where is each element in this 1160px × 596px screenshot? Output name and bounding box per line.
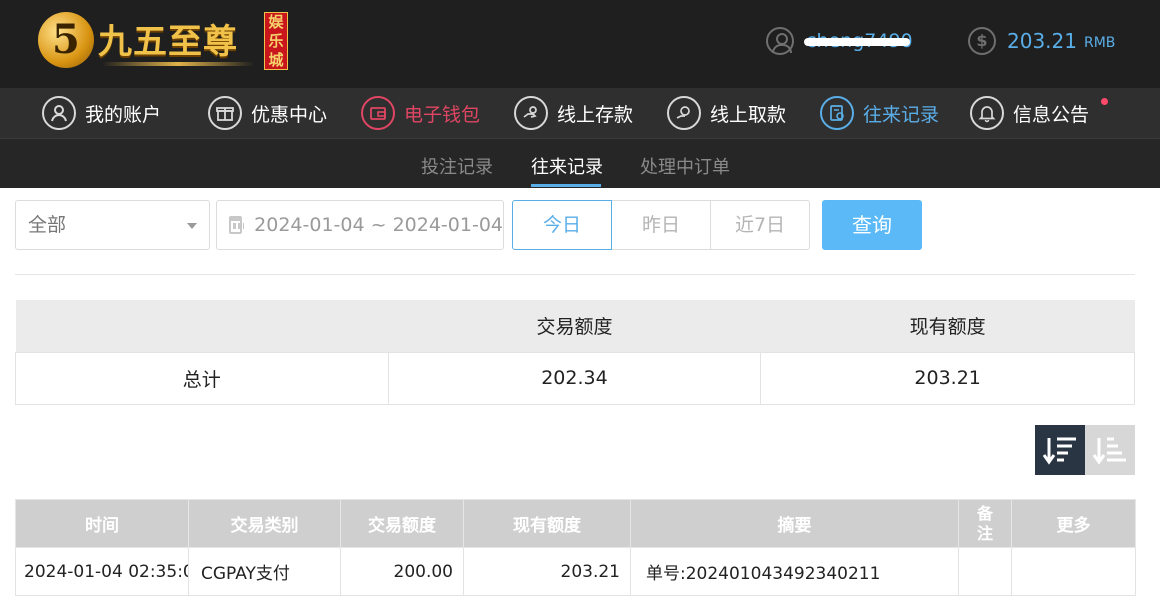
column-header-time[interactable]: 时间 [15,499,189,548]
summary-header-current: 现有额度 [760,300,1135,352]
sub-nav: 投注记录 往来记录 处理中订单 [0,138,1160,188]
record-type: CGPAY支付 [188,547,341,596]
nav-transaction-records[interactable]: 往来记录 [820,95,939,131]
caret-down-icon [187,223,197,229]
today-button[interactable]: 今日 [512,200,612,250]
nav-online-withdraw[interactable]: 线上取款 [667,95,786,131]
date-range-picker[interactable]: 2024-01-04 ~ 2024-01-04 [216,200,504,250]
nav-my-account[interactable]: 我的账户 [42,95,161,131]
table-row[interactable]: 2024-01-04 02:35:02 CGPAY支付 200.00 203.2… [15,547,1136,596]
records-header-row: 时间 交易类别 交易额度 现有额度 摘要 备注 更多 [15,499,1136,548]
dollar-coin-icon: $ [968,27,996,55]
user-icon [766,27,794,55]
summary-header-blank [15,300,389,352]
bell-icon [970,96,1004,130]
sort-ascending-button[interactable] [1085,425,1135,475]
date-range-value: 2024-01-04 ~ 2024-01-04 [254,214,503,236]
nav-label: 线上存款 [557,103,634,126]
sort-descending-icon [1042,437,1076,465]
record-summary: 单号:202401043492340211 [630,547,959,596]
tab-transaction-records[interactable]: 往来记录 [531,153,603,179]
brand-name: 九五至尊 [98,22,238,62]
gift-icon [208,96,242,130]
sort-descending-button[interactable] [1035,425,1085,475]
summary-table: 交易额度 现有额度 总计 202.34 203.21 [15,300,1135,405]
record-amount: 200.00 [340,547,464,596]
sort-ascending-icon [1092,437,1126,465]
type-select-value: 全部 [28,214,67,236]
column-header-note-text: 备注 [976,503,993,543]
user-circle-icon [42,96,76,130]
record-more[interactable] [1011,547,1136,596]
tab-bet-records[interactable]: 投注记录 [421,153,493,179]
column-header-balance[interactable]: 现有额度 [463,499,631,548]
summary-total-label: 总计 [15,351,389,405]
username-redaction [804,38,910,46]
active-tab-indicator [531,184,601,187]
type-select[interactable]: 全部 [15,200,210,250]
notification-dot [1101,98,1108,105]
calendar-icon [229,216,245,234]
records-table: 时间 交易类别 交易额度 现有额度 摘要 备注 更多 2024-01-04 02… [15,499,1136,596]
logo-emblem: 5 [38,12,94,68]
summary-header-row: 交易额度 现有额度 [15,300,1135,352]
brand-logo[interactable]: 5 九五至尊 娱乐城 [38,8,290,74]
last-7-days-button[interactable]: 近7日 [710,200,810,250]
records-icon [820,96,854,130]
balance-value: 203.21 [1007,29,1077,53]
withdraw-icon [667,96,701,130]
nav-label: 信息公告 [1013,103,1090,126]
column-header-summary[interactable]: 摘要 [630,499,959,548]
tab-pending-orders[interactable]: 处理中订单 [640,153,730,179]
record-note [958,547,1012,596]
column-header-more[interactable]: 更多 [1011,499,1136,548]
logo-ornament [102,62,254,66]
record-time: 2024-01-04 02:35:02 [15,547,189,596]
summary-current-total: 203.21 [760,351,1135,405]
nav-label: 往来记录 [863,103,940,126]
balance-currency: RMB [1083,35,1116,51]
summary-transaction-total: 202.34 [387,351,762,405]
nav-label: 优惠中心 [251,103,328,126]
nav-online-deposit[interactable]: 线上存款 [514,95,633,131]
user-info[interactable]: cheng7490 [766,26,913,56]
summary-total-row: 总计 202.34 203.21 [15,351,1135,405]
yesterday-button[interactable]: 昨日 [611,200,711,250]
brand-badge: 娱乐城 [264,12,288,70]
nav-promotions[interactable]: 优惠中心 [208,95,327,131]
deposit-icon [514,96,548,130]
summary-header-transaction: 交易额度 [388,300,761,352]
wallet-icon [361,96,395,130]
logo-numeral: 5 [52,16,80,63]
nav-announcements[interactable]: 信息公告 [970,95,1089,131]
balance-info[interactable]: $ 203.21 RMB [968,26,1115,56]
brand-badge-text: 娱乐城 [268,13,284,69]
nav-e-wallet[interactable]: 电子钱包 [361,95,480,131]
nav-label: 我的账户 [85,103,162,126]
top-bar: 5 九五至尊 娱乐城 cheng7490 $ 203.21 RMB [0,0,1160,88]
column-header-type[interactable]: 交易类别 [188,499,341,548]
column-header-amount[interactable]: 交易额度 [340,499,464,548]
nav-label: 电子钱包 [404,103,481,126]
divider [15,274,1135,275]
nav-label: 线上取款 [710,103,787,126]
record-balance: 203.21 [463,547,631,596]
main-nav: 我的账户 优惠中心 电子钱包 线上存款 线上取款 往来记录 信息公告 [0,88,1160,138]
column-header-note[interactable]: 备注 [958,499,1012,548]
query-button[interactable]: 查询 [822,200,922,250]
